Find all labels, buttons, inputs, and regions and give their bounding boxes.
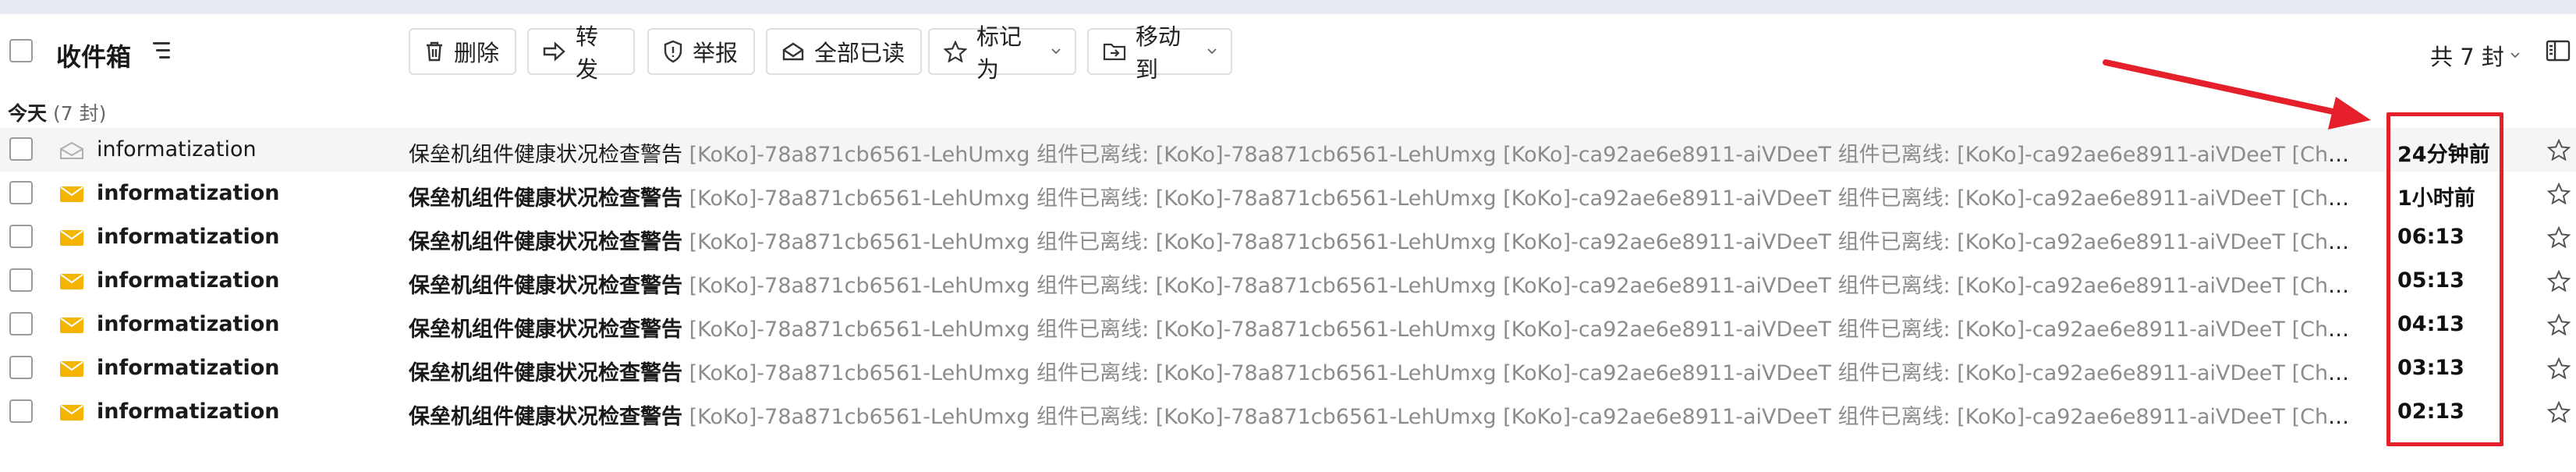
email-row[interactable]: informatization 保垒机组件健康状况检查警告 [KoKo]-78a8… bbox=[0, 259, 2576, 303]
email-preview: [KoKo]-78a871cb6561-LehUmxg 组件已离线: [KoKo… bbox=[689, 361, 2358, 385]
star-icon bbox=[944, 41, 967, 62]
email-sender: informatization bbox=[97, 137, 257, 161]
report-label: 举报 bbox=[693, 40, 739, 66]
email-preview: [KoKo]-78a871cb6561-LehUmxg 组件已离线: [KoKo… bbox=[689, 143, 2358, 167]
email-subject-line: 保垒机组件健康状况检查警告 [KoKo]-78a871cb6561-LehUmx… bbox=[409, 356, 2358, 386]
email-row[interactable]: informatization 保垒机组件健康状况检查警告 [KoKo]-78a8… bbox=[0, 128, 2576, 172]
message-count: 共 7 封 bbox=[2430, 44, 2504, 70]
move-to-label: 移动到 bbox=[1136, 23, 1182, 83]
report-button[interactable]: 举报 bbox=[647, 28, 755, 75]
mark-all-read-label: 全部已读 bbox=[814, 40, 905, 66]
email-checkbox[interactable] bbox=[9, 268, 33, 292]
star-outline-icon[interactable] bbox=[2547, 139, 2571, 161]
forward-button[interactable]: 转发 bbox=[527, 23, 635, 83]
time-column-highlight bbox=[2386, 112, 2503, 446]
email-subject: 保垒机组件健康状况检查警告 bbox=[409, 274, 682, 298]
email-preview: [KoKo]-78a871cb6561-LehUmxg 组件已离线: [KoKo… bbox=[689, 274, 2358, 298]
email-sender: informatization bbox=[97, 181, 280, 205]
chevron-down-icon bbox=[1051, 48, 1061, 55]
email-preview: [KoKo]-78a871cb6561-LehUmxg 组件已离线: [KoKo… bbox=[689, 405, 2358, 429]
envelope-yellow-icon bbox=[60, 361, 83, 377]
email-subject-line: 保垒机组件健康状况检查警告 [KoKo]-78a871cb6561-LehUmx… bbox=[409, 225, 2358, 255]
star-outline-icon[interactable] bbox=[2547, 183, 2571, 204]
shield-alert-icon bbox=[664, 40, 682, 63]
email-checkbox[interactable] bbox=[9, 137, 33, 161]
envelope-open-gray-icon bbox=[60, 141, 83, 159]
section-label: 今天 bbox=[8, 102, 48, 125]
email-subject: 保垒机组件健康状况检查警告 bbox=[409, 361, 682, 385]
layout-toggle-icon[interactable] bbox=[2546, 39, 2571, 62]
email-subject-line: 保垒机组件健康状况检查警告 [KoKo]-78a871cb6561-LehUmx… bbox=[409, 312, 2358, 342]
envelope-yellow-icon bbox=[60, 230, 83, 246]
email-subject: 保垒机组件健康状况检查警告 bbox=[409, 143, 682, 167]
mark-all-read-button[interactable]: 全部已读 bbox=[766, 28, 922, 75]
folder-move-icon bbox=[1103, 43, 1126, 61]
section-count: (7 封) bbox=[52, 102, 107, 125]
email-preview: [KoKo]-78a871cb6561-LehUmxg 组件已离线: [KoKo… bbox=[689, 186, 2358, 211]
email-row[interactable]: informatization 保垒机组件健康状况检查警告 [KoKo]-78a8… bbox=[0, 215, 2576, 259]
mark-as-label: 标记为 bbox=[976, 23, 1022, 83]
forward-label: 转发 bbox=[576, 23, 599, 83]
email-subject-line: 保垒机组件健康状况检查警告 [KoKo]-78a871cb6561-LehUmx… bbox=[409, 137, 2358, 168]
email-checkbox[interactable] bbox=[9, 356, 33, 379]
email-subject-line: 保垒机组件健康状况检查警告 [KoKo]-78a871cb6561-LehUmx… bbox=[409, 399, 2358, 430]
email-subject: 保垒机组件健康状况检查警告 bbox=[409, 186, 682, 211]
email-subject: 保垒机组件健康状况检查警告 bbox=[409, 230, 682, 254]
chevron-down-icon bbox=[1207, 48, 1217, 55]
envelope-yellow-icon bbox=[60, 405, 83, 421]
email-preview: [KoKo]-78a871cb6561-LehUmxg 组件已离线: [KoKo… bbox=[689, 230, 2358, 254]
page-title: 收件箱 bbox=[56, 42, 132, 72]
email-subject-line: 保垒机组件健康状况检查警告 [KoKo]-78a871cb6561-LehUmx… bbox=[409, 268, 2358, 299]
email-row[interactable]: informatization 保垒机组件健康状况检查警告 [KoKo]-78a8… bbox=[0, 346, 2576, 390]
mark-as-dropdown[interactable]: 标记为 bbox=[928, 23, 1076, 83]
select-all-checkbox[interactable] bbox=[9, 39, 33, 62]
envelope-yellow-icon bbox=[60, 274, 83, 289]
email-sender: informatization bbox=[97, 225, 280, 249]
chevron-down-icon bbox=[2510, 52, 2520, 59]
email-checkbox[interactable] bbox=[9, 225, 33, 248]
email-row[interactable]: informatization 保垒机组件健康状况检查警告 [KoKo]-78a8… bbox=[0, 172, 2576, 215]
star-outline-icon[interactable] bbox=[2547, 314, 2571, 335]
forward-arrow-icon bbox=[543, 41, 565, 62]
top-strip bbox=[0, 0, 2576, 14]
email-sender: informatization bbox=[97, 312, 280, 336]
move-to-dropdown[interactable]: 移动到 bbox=[1087, 23, 1232, 83]
email-subject-line: 保垒机组件健康状况检查警告 [KoKo]-78a871cb6561-LehUmx… bbox=[409, 181, 2358, 211]
email-sender: informatization bbox=[97, 399, 280, 424]
email-row[interactable]: informatization 保垒机组件健康状况检查警告 [KoKo]-78a8… bbox=[0, 303, 2576, 346]
list-menu-icon[interactable] bbox=[153, 42, 173, 59]
envelope-yellow-icon bbox=[60, 186, 83, 202]
section-header: 今天 (7 封) bbox=[8, 98, 106, 126]
star-outline-icon[interactable] bbox=[2547, 226, 2571, 248]
email-checkbox[interactable] bbox=[9, 312, 33, 335]
envelope-yellow-icon bbox=[60, 318, 83, 333]
email-checkbox[interactable] bbox=[9, 399, 33, 423]
email-checkbox[interactable] bbox=[9, 181, 33, 204]
delete-label: 删除 bbox=[454, 40, 500, 66]
star-outline-icon[interactable] bbox=[2547, 270, 2571, 292]
email-row[interactable]: informatization 保垒机组件健康状况检查警告 [KoKo]-78a8… bbox=[0, 390, 2576, 434]
star-outline-icon[interactable] bbox=[2547, 357, 2571, 379]
email-sender: informatization bbox=[97, 356, 280, 380]
star-outline-icon[interactable] bbox=[2547, 401, 2571, 423]
page-count-dropdown[interactable]: 共 7 封 bbox=[2430, 39, 2520, 72]
delete-button[interactable]: 删除 bbox=[409, 28, 516, 75]
trash-icon bbox=[427, 41, 442, 62]
email-preview: [KoKo]-78a871cb6561-LehUmxg 组件已离线: [KoKo… bbox=[689, 318, 2358, 342]
email-sender: informatization bbox=[97, 268, 280, 293]
email-subject: 保垒机组件健康状况检查警告 bbox=[409, 318, 682, 342]
open-envelope-icon bbox=[782, 42, 804, 61]
email-subject: 保垒机组件健康状况检查警告 bbox=[409, 405, 682, 429]
